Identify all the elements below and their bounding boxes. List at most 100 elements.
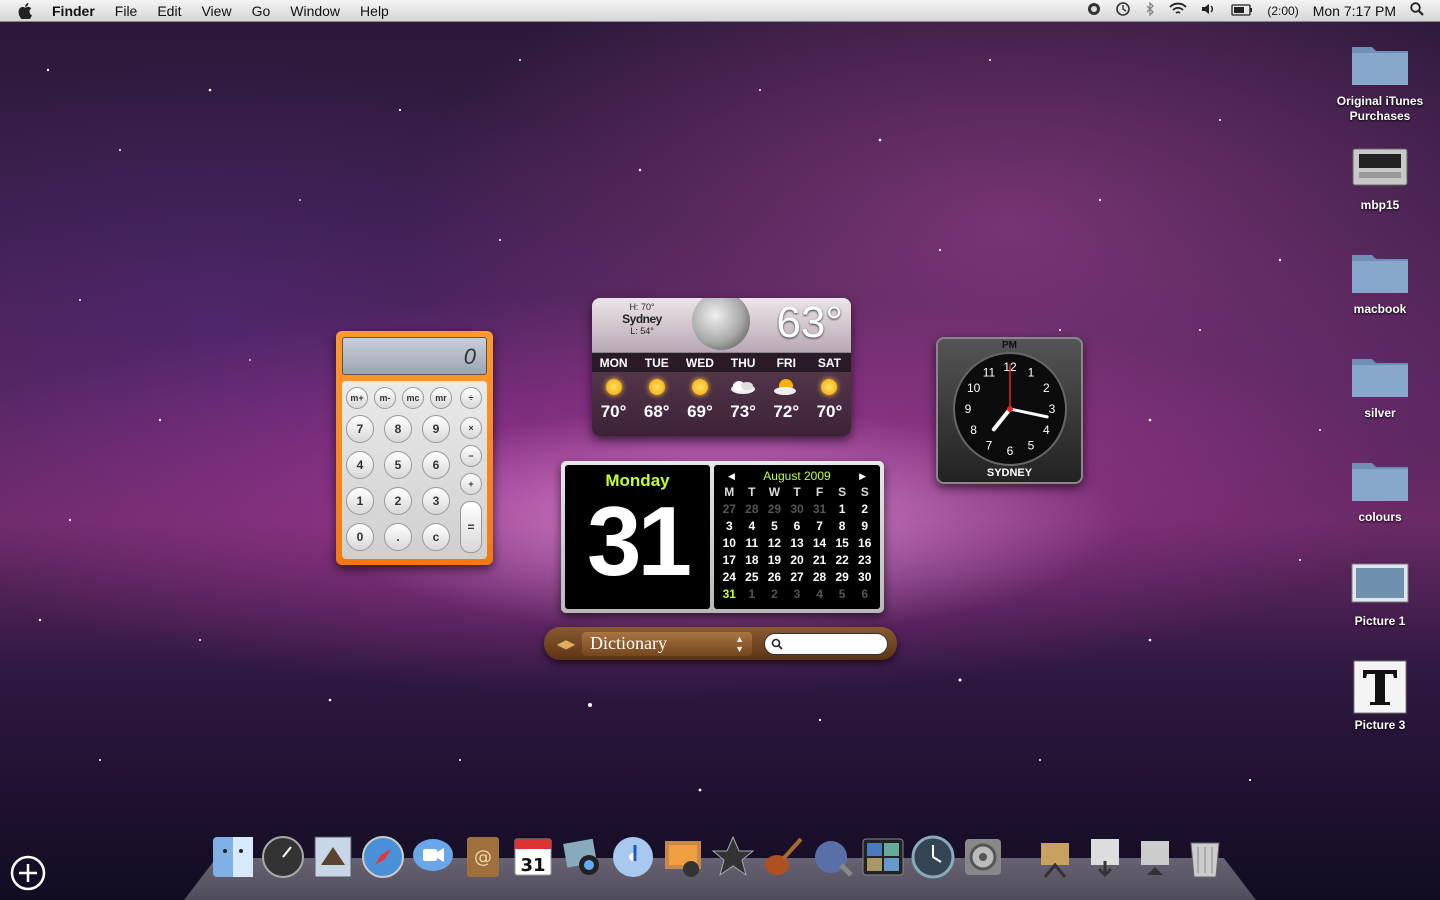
apple-menu-icon[interactable] bbox=[18, 2, 38, 19]
key-add[interactable]: + bbox=[460, 473, 482, 495]
add-widget-button[interactable] bbox=[10, 855, 46, 891]
prev-month-arrow-icon[interactable]: ◀ bbox=[728, 471, 735, 482]
menu-help[interactable]: Help bbox=[360, 3, 389, 19]
dictionary-search-input[interactable] bbox=[764, 632, 888, 655]
desktop-item-colours[interactable]: colours bbox=[1320, 454, 1440, 525]
finder-icon[interactable] bbox=[210, 834, 256, 880]
trash-icon[interactable] bbox=[1182, 834, 1228, 880]
calculator-keypad: m+ m- mc mr ÷ 7 8 9 × 4 5 6 − + 1 2 3 = … bbox=[342, 381, 487, 559]
calendar-widget[interactable]: Monday 31 ◀ August 2009 ▶ M T W T F S S 27 28 29 3… bbox=[561, 461, 884, 613]
key-2[interactable]: 2 bbox=[384, 487, 412, 515]
sync-icon[interactable] bbox=[1087, 2, 1101, 19]
iphoto-icon[interactable] bbox=[560, 834, 606, 880]
safari-icon[interactable] bbox=[360, 834, 406, 880]
key-divide[interactable]: ÷ bbox=[460, 387, 482, 409]
bluetooth-icon[interactable] bbox=[1145, 1, 1155, 19]
key-0[interactable]: 0 bbox=[346, 523, 374, 551]
dashboard-icon[interactable] bbox=[260, 834, 306, 880]
back-forward-arrows-icon[interactable]: ◀▶ bbox=[550, 637, 582, 651]
menu-window[interactable]: Window bbox=[290, 3, 340, 19]
menu-go[interactable]: Go bbox=[252, 3, 271, 19]
key-9[interactable]: 9 bbox=[422, 415, 450, 443]
weather-widget[interactable]: H: 70° Sydney L: 54° 63° MON TUE WED THU… bbox=[592, 298, 851, 436]
battery-icon[interactable] bbox=[1231, 3, 1253, 19]
applications-stack-icon[interactable] bbox=[1032, 834, 1078, 880]
desktop-item-original-itunes-purchases[interactable]: Original iTunes Purchases bbox=[1320, 38, 1440, 124]
desktop-item-picture-3[interactable]: Picture 3 bbox=[1320, 660, 1440, 733]
volume-icon[interactable] bbox=[1201, 2, 1217, 19]
sun-icon bbox=[605, 379, 622, 395]
next-month-arrow-icon[interactable]: ▶ bbox=[859, 471, 866, 482]
folder-icon bbox=[1350, 350, 1410, 400]
menu-view[interactable]: View bbox=[201, 3, 231, 19]
key-decimal[interactable]: . bbox=[384, 523, 412, 551]
key-4[interactable]: 4 bbox=[346, 451, 374, 479]
desktop-item-mbp15[interactable]: mbp15 bbox=[1320, 142, 1440, 213]
key-m-plus[interactable]: m+ bbox=[346, 387, 368, 409]
calendar-day-cell: 17 bbox=[722, 553, 736, 567]
spaces-icon[interactable] bbox=[860, 834, 906, 880]
clock-face: 12 1234567891011 bbox=[953, 352, 1067, 466]
downloads-stack-icon[interactable] bbox=[1082, 834, 1128, 880]
weather-high: H: 70° bbox=[629, 302, 655, 312]
key-1[interactable]: 1 bbox=[346, 487, 374, 515]
weather-location: H: 70° Sydney L: 54° bbox=[612, 302, 672, 336]
system-preferences-icon[interactable] bbox=[960, 834, 1006, 880]
wifi-icon[interactable] bbox=[1169, 2, 1188, 19]
calendar-day-cell: 2 bbox=[771, 587, 778, 601]
preview-icon[interactable] bbox=[810, 834, 856, 880]
desktop-item-silver[interactable]: silver bbox=[1320, 350, 1440, 421]
menu-file[interactable]: File bbox=[115, 3, 138, 19]
itunes-icon[interactable] bbox=[610, 834, 656, 880]
key-equals[interactable]: = bbox=[460, 501, 482, 553]
weather-city: Sydney bbox=[622, 312, 662, 326]
menu-edit[interactable]: Edit bbox=[157, 3, 181, 19]
folder-icon bbox=[1350, 454, 1410, 504]
time-machine-icon[interactable] bbox=[910, 834, 956, 880]
address-book-icon[interactable]: @ bbox=[460, 834, 506, 880]
key-7[interactable]: 7 bbox=[346, 415, 374, 443]
key-mr[interactable]: mr bbox=[430, 387, 452, 409]
weather-temp: 72° bbox=[773, 402, 800, 421]
calendar-grid: M T W T F S S 27 28 29 30 31 1 2 3 4 5 6 7 8 9 10 11 12 13 14 15 16… bbox=[718, 484, 876, 603]
clock-dial-number: 2 bbox=[1043, 381, 1050, 395]
mail-icon[interactable] bbox=[310, 834, 356, 880]
key-3[interactable]: 3 bbox=[422, 487, 450, 515]
key-5[interactable]: 5 bbox=[384, 451, 412, 479]
battery-time: (2:00) bbox=[1267, 3, 1299, 18]
desktop-item-macbook[interactable]: macbook bbox=[1320, 246, 1440, 317]
calendar-day-cell: 6 bbox=[793, 519, 801, 533]
documents-stack-icon[interactable] bbox=[1132, 834, 1178, 880]
weather-current-temp: 63° bbox=[776, 298, 843, 347]
dictionary-widget[interactable]: ◀▶ Dictionary ▲ ▼ bbox=[544, 627, 897, 660]
imovie-icon[interactable] bbox=[710, 834, 756, 880]
clock-dial-number: 8 bbox=[970, 423, 977, 437]
desktop-item-picture-1[interactable]: Picture 1 bbox=[1320, 558, 1440, 629]
key-6[interactable]: 6 bbox=[422, 451, 450, 479]
dictionary-source-select[interactable]: Dictionary ▲ ▼ bbox=[582, 631, 752, 656]
calendar-day-cell: 28 bbox=[745, 502, 759, 516]
weather-temp: 73° bbox=[730, 402, 756, 421]
calendar-day-cell: 5 bbox=[838, 587, 846, 601]
calendar-day-cell: 3 bbox=[725, 519, 733, 533]
chevron-up-down-icon: ▲ ▼ bbox=[735, 633, 744, 654]
key-subtract[interactable]: − bbox=[460, 445, 482, 467]
garageband-icon[interactable] bbox=[760, 834, 806, 880]
desktop-item-label: Picture 1 bbox=[1354, 614, 1406, 628]
ical-icon[interactable]: 31 bbox=[510, 834, 556, 880]
key-mc[interactable]: mc bbox=[402, 387, 424, 409]
menu-app-name[interactable]: Finder bbox=[52, 3, 95, 19]
ichat-icon[interactable] bbox=[410, 834, 456, 880]
menu-clock[interactable]: Mon 7:17 PM bbox=[1313, 3, 1396, 19]
key-8[interactable]: 8 bbox=[384, 415, 412, 443]
photo-booth-icon[interactable] bbox=[660, 834, 706, 880]
spotlight-icon[interactable] bbox=[1410, 2, 1424, 19]
world-clock-widget[interactable]: PM 12 1 2 3 4 5 6 7 8 9 10 11 SYDNEY bbox=[936, 337, 1083, 484]
key-multiply[interactable]: × bbox=[460, 417, 482, 439]
key-m-minus[interactable]: m- bbox=[374, 387, 396, 409]
key-clear[interactable]: c bbox=[422, 523, 450, 551]
calculator-widget[interactable]: 0 m+ m- mc mr ÷ 7 8 9 × 4 5 6 − + 1 2 3 … bbox=[336, 331, 493, 565]
desktop-item-label: macbook bbox=[1353, 302, 1407, 316]
time-machine-menu-icon[interactable] bbox=[1115, 2, 1131, 19]
weather-icons bbox=[592, 372, 851, 402]
